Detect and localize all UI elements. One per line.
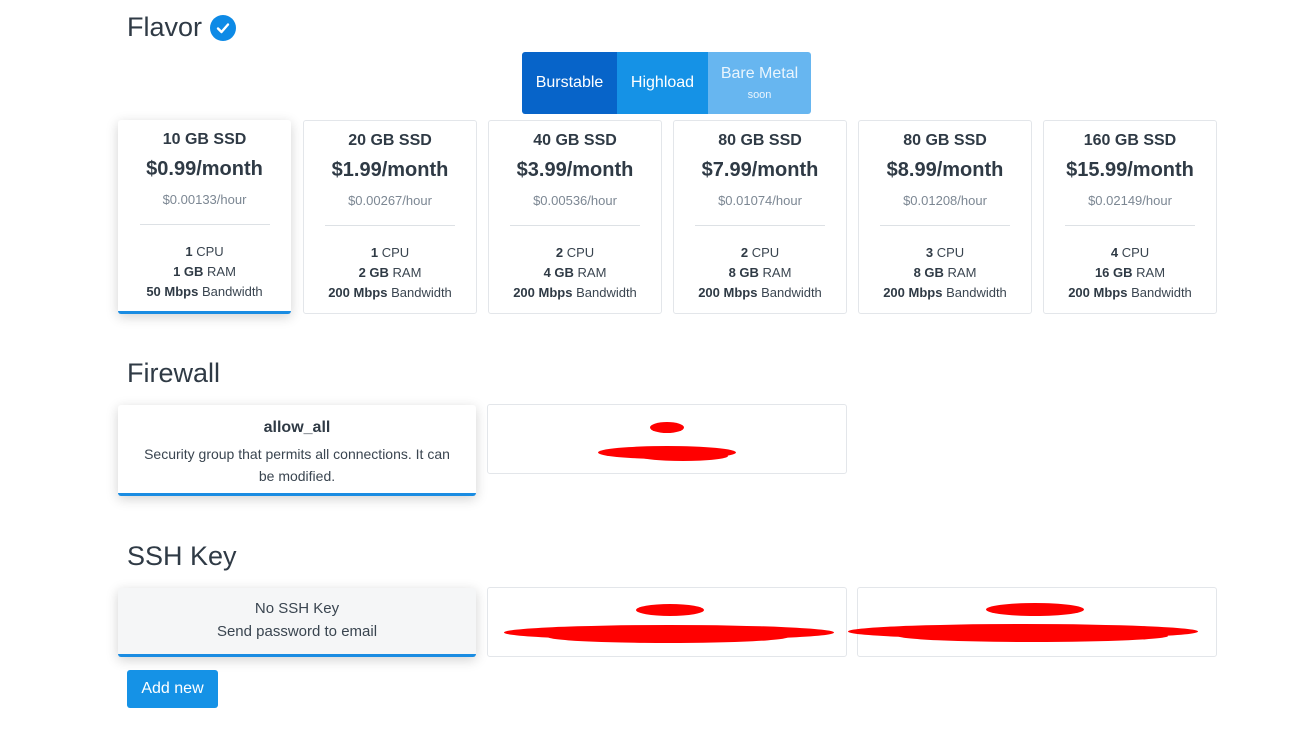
firewall-card-redacted[interactable] (487, 404, 847, 474)
redaction-mark (638, 451, 728, 461)
plan-ram: 1 GB RAM (173, 264, 236, 279)
plan-specs: 4 CPU 16 GB RAM 200 Mbps Bandwidth (1044, 243, 1216, 303)
plan-ram: 8 GB RAM (728, 265, 792, 280)
divider (880, 225, 1010, 226)
firewall-name: allow_all (263, 419, 331, 436)
divider (695, 225, 825, 226)
redaction-mark (548, 631, 788, 643)
ssh-card-no-key[interactable]: No SSH Key Send password to email (118, 588, 476, 657)
flavor-plan-card[interactable]: 40 GB SSD $3.99/month $0.00536/hour 2 CPU 4 … (488, 120, 662, 314)
plan-hourly-price: $0.01074/hour (718, 193, 802, 208)
plan-cpu: 1 CPU (185, 244, 224, 259)
firewall-description: Security group that permits all connecti… (144, 446, 450, 484)
plan-bandwidth: 200 Mbps Bandwidth (513, 285, 637, 300)
plan-disk-size: 20 GB SSD (348, 132, 432, 149)
plan-hourly-price: $0.02149/hour (1088, 193, 1172, 208)
flavor-plan-card[interactable]: 80 GB SSD $7.99/month $0.01074/hour 2 CPU 8 … (673, 120, 847, 314)
flavor-plan-card[interactable]: 160 GB SSD $15.99/month $0.02149/hour 4 CPU… (1043, 120, 1217, 314)
divider (139, 224, 270, 225)
plan-specs: 1 CPU 2 GB RAM 200 Mbps Bandwidth (304, 243, 476, 303)
divider (510, 225, 640, 226)
ssh-key-title: SSH Key (127, 541, 237, 571)
redaction-mark (898, 630, 1168, 642)
plan-bandwidth: 50 Mbps Bandwidth (146, 284, 263, 299)
plan-disk-size: 10 GB SSD (162, 131, 247, 148)
plan-monthly-price: $7.99/month (701, 159, 819, 181)
redaction-mark (636, 604, 704, 616)
plan-monthly-price: $3.99/month (516, 159, 634, 181)
ssh-card-redacted-2[interactable] (848, 587, 1217, 657)
soon-label: soon (747, 89, 772, 101)
plan-bandwidth: 200 Mbps Bandwidth (698, 285, 822, 300)
flavor-type-tabs: Burstable Highload Bare Metal soon (522, 52, 811, 114)
redaction-mark (986, 603, 1084, 616)
plan-ram: 16 GB RAM (1094, 265, 1166, 280)
firewall-card-allow-all[interactable]: allow_all Security group that permits al… (118, 405, 476, 496)
plan-cpu: 3 CPU (925, 245, 965, 260)
plan-disk-size: 80 GB SSD (718, 132, 802, 149)
plan-monthly-price: $15.99/month (1066, 159, 1194, 181)
plan-hourly-price: $0.01208/hour (903, 193, 987, 208)
divider (1065, 225, 1195, 226)
plan-bandwidth: 200 Mbps Bandwidth (328, 285, 452, 300)
plan-specs: 2 CPU 4 GB RAM 200 Mbps Bandwidth (489, 243, 661, 303)
plan-hourly-price: $0.00267/hour (348, 193, 432, 208)
plan-cpu: 2 CPU (740, 245, 780, 260)
flavor-plan-card[interactable]: 80 GB SSD $8.99/month $0.01208/hour 3 CPU 8 … (858, 120, 1032, 314)
plan-cpu: 4 CPU (1110, 245, 1150, 260)
plan-hourly-price: $0.00133/hour (162, 192, 247, 207)
plan-disk-size: 40 GB SSD (533, 132, 617, 149)
plan-cpu: 2 CPU (555, 245, 595, 260)
divider (325, 225, 455, 226)
plan-specs: 1 CPU 1 GB RAM 50 Mbps Bandwidth (118, 242, 291, 302)
plan-disk-size: 80 GB SSD (903, 132, 987, 149)
tab-highload[interactable]: Highload (617, 52, 708, 114)
redaction-mark (650, 422, 684, 433)
flavor-title: Flavor (127, 12, 237, 43)
check-circle-icon (210, 14, 237, 41)
plan-hourly-price: $0.00536/hour (533, 193, 617, 208)
plan-ram: 4 GB RAM (543, 265, 607, 280)
plan-monthly-price: $8.99/month (886, 159, 1004, 181)
no-ssh-key-label: No SSH Key (254, 600, 340, 617)
flavor-plan-card[interactable]: 20 GB SSD $1.99/month $0.00267/hour 1 CPU 2 … (303, 120, 477, 314)
plan-monthly-price: $0.99/month (146, 158, 263, 180)
tab-burstable[interactable]: Burstable (522, 52, 617, 114)
flavor-plan-card[interactable]: 10 GB SSD $0.99/month $0.00133/hour 1 CPU 1 … (118, 120, 291, 314)
plan-monthly-price: $1.99/month (331, 159, 449, 181)
plan-disk-size: 160 GB SSD (1083, 132, 1177, 149)
add-new-ssh-key-button[interactable]: Add new (127, 670, 218, 708)
tab-bare-metal[interactable]: Bare Metal soon (708, 52, 811, 114)
plan-specs: 3 CPU 8 GB RAM 200 Mbps Bandwidth (859, 243, 1031, 303)
plan-bandwidth: 200 Mbps Bandwidth (883, 285, 1007, 300)
firewall-title: Firewall (127, 358, 221, 388)
plan-bandwidth: 200 Mbps Bandwidth (1068, 285, 1192, 300)
plan-cpu: 1 CPU (370, 245, 410, 260)
plan-ram: 2 GB RAM (358, 265, 422, 280)
plan-specs: 2 CPU 8 GB RAM 200 Mbps Bandwidth (674, 243, 846, 303)
send-password-label: Send password to email (216, 623, 378, 640)
ssh-card-redacted-1[interactable] (487, 587, 847, 657)
plan-ram: 8 GB RAM (913, 265, 977, 280)
